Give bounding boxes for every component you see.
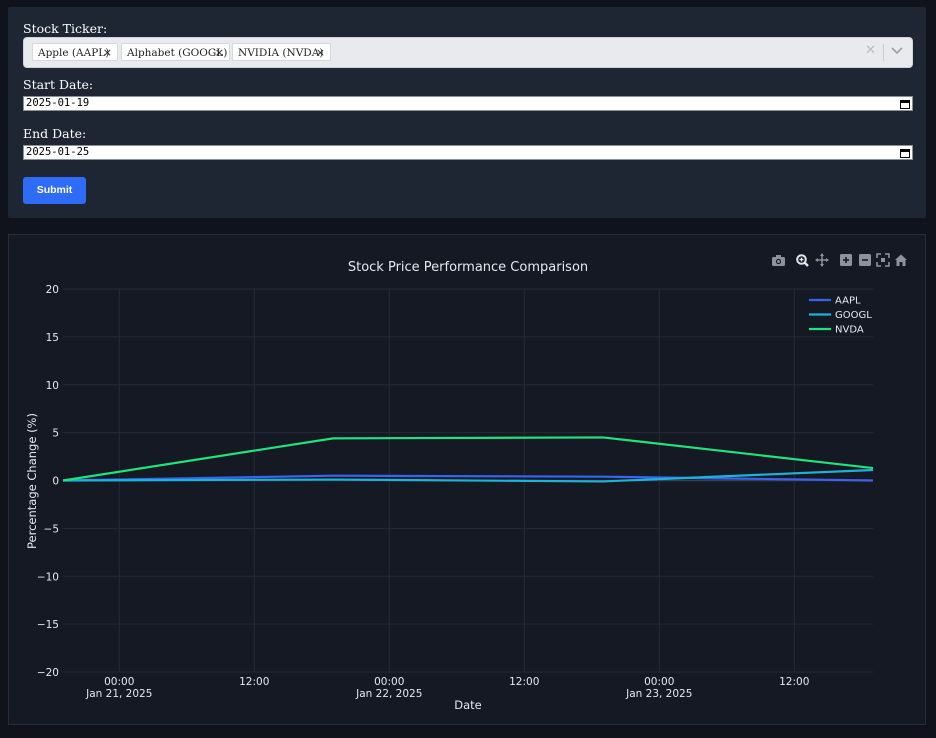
select-divider [883,44,884,61]
remove-chip-icon[interactable]: × [316,44,325,62]
chart-panel: 20 15 10 5 0 −5 −10 −15 −20 00:00 Jan 21, 2025 12:… [8,234,926,725]
pan-icon[interactable] [815,253,829,267]
y-tick-label: −5 [44,523,59,535]
x-tick-label: 12:00 [239,676,269,688]
camera-icon[interactable] [772,255,785,266]
series-lines [62,436,874,483]
start-date-label: Start Date: [23,77,94,92]
reset-axes-icon[interactable] [895,254,907,267]
y-tick-label: 0 [52,476,59,488]
ticker-chip-nvda: NVIDIA (NVDA) × [232,43,331,61]
end-date-value: 2025-01-25 [26,146,90,158]
x-tick-label: 12:00 [779,676,809,688]
ticker-chip-googl: Alphabet (GOOGL) × [121,43,230,61]
zoom-icon[interactable] [796,254,809,267]
y-axis-title: Percentage Change (%) [25,413,39,549]
x-tick-date-label: Jan 21, 2025 [85,688,152,700]
y-axis-ticks: 20 15 10 5 0 −5 −10 −15 −20 [37,284,59,679]
performance-chart: 20151050−5−10−15−20 00:00Jan 21, 202512:… [25,253,907,712]
series-line-nvda [62,436,874,482]
clear-selection-icon[interactable]: ✕ [865,43,876,58]
x-tick-label: 00:00 [374,676,404,688]
legend-label: GOOGL [835,310,872,321]
calendar-icon[interactable] [900,148,910,158]
y-tick-label: 5 [52,428,59,440]
autoscale-icon[interactable] [876,253,890,267]
ticker-chip-aapl: Apple (AAPL) × [32,43,118,61]
ticker-multiselect[interactable]: Apple (AAPL) × Alphabet (GOOGL) × NVIDIA… [23,37,913,68]
ticker-chip-label: Apple (AAPL) [38,47,110,59]
x-tick-date-label: Jan 22, 2025 [355,688,422,700]
legend-label: NVDA [835,325,864,336]
x-tick-date-label: Jan 23, 2025 [625,688,692,700]
start-date-value: 2025-01-19 [26,97,90,109]
x-tick-label: 12:00 [509,676,539,688]
chevron-down-icon[interactable] [891,47,903,55]
y-tick-label: 10 [46,380,59,392]
calendar-icon[interactable] [900,99,910,109]
chart-legend[interactable]: AAPL GOOGL NVDA [809,296,872,336]
legend-label: AAPL [835,296,861,307]
x-axis-title: Date [454,698,482,712]
x-tick-label: 00:00 [644,676,674,688]
zoom-out-icon[interactable] [859,254,871,266]
query-form-panel: Stock Ticker: Apple (AAPL) × Alphabet (G… [8,7,926,218]
y-tick-label: 15 [46,332,59,344]
start-date-input[interactable]: 2025-01-19 [23,96,913,111]
ticker-chip-label: NVIDIA (NVDA) [238,47,324,59]
y-tick-label: −10 [37,571,59,583]
ticker-chip-label: Alphabet (GOOGL) [127,47,228,59]
remove-chip-icon[interactable]: × [215,44,224,62]
ticker-label: Stock Ticker: [23,21,108,36]
x-axis-ticks: 00:00Jan 21, 202512:00 00:00Jan 22, 20251… [85,676,809,700]
zoom-in-icon[interactable] [840,254,852,266]
x-tick-label: 00:00 [104,676,134,688]
y-tick-label: −20 [37,667,59,679]
chart-title: Stock Price Performance Comparison [348,260,588,275]
end-date-input[interactable]: 2025-01-25 [23,145,913,160]
end-date-label: End Date: [23,126,87,141]
y-tick-label: 20 [46,284,59,296]
remove-chip-icon[interactable]: × [103,44,112,62]
submit-button[interactable]: Submit [23,177,86,204]
y-tick-label: −15 [37,619,59,631]
